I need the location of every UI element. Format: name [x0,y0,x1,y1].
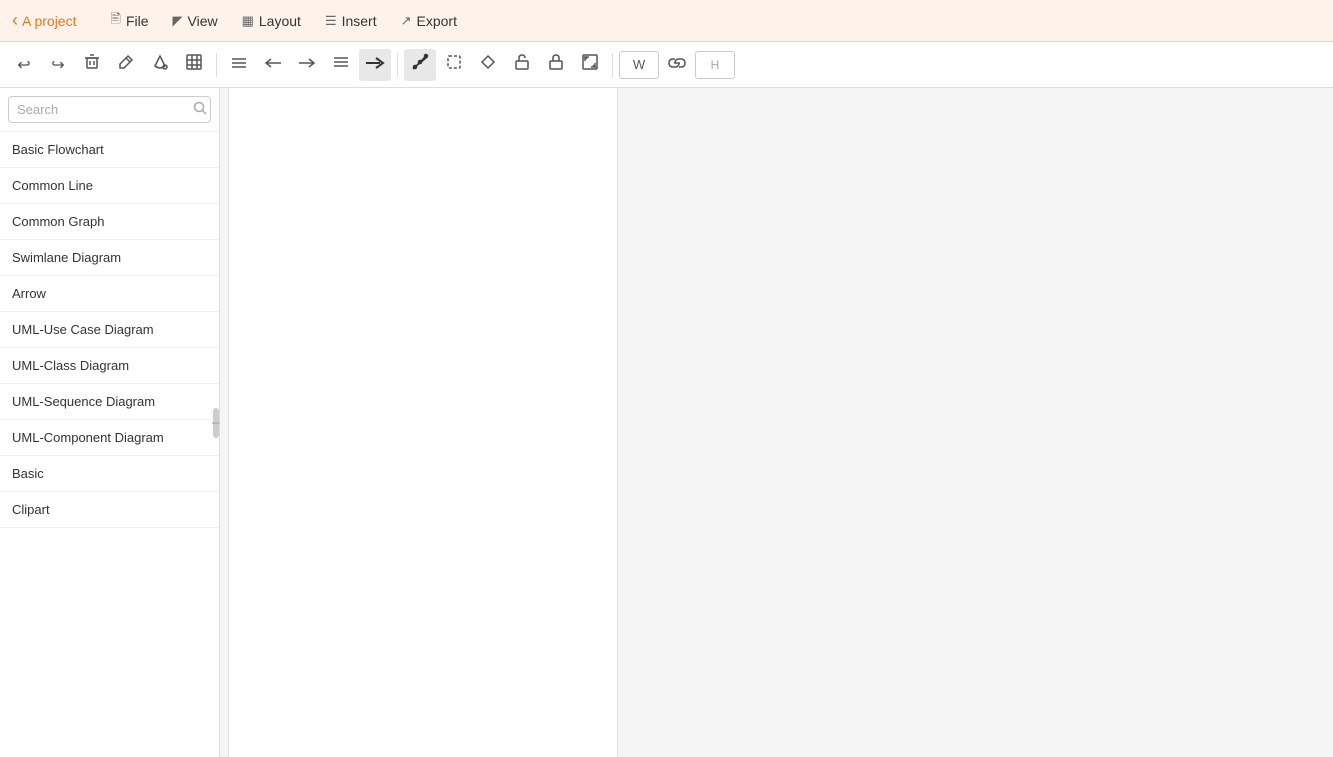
arrow-right-bold-icon [364,56,386,74]
pen-tool-icon [411,53,429,76]
redo-icon: ↪ [51,55,64,75]
sidebar-item-uml-component[interactable]: UML-Component Diagram [0,420,219,456]
menu-insert[interactable]: ☰ Insert [315,6,387,36]
top-menu-bar: ‹ A project 🖹 File ◤ View ▦ Layout ☰ Ins… [0,0,1333,42]
toolbar: ↩ ↪ [0,42,1333,88]
separator-1 [216,53,217,77]
project-title: A project [22,13,76,29]
arrow-right-bold-button[interactable] [359,49,391,81]
arrow-right-button[interactable] [291,49,323,81]
sidebar-item-common-line[interactable]: Common Line [0,168,219,204]
file-icon: 🖹 [110,10,120,32]
sidebar-resize-handle[interactable]: || [213,408,219,438]
menu-export-label: Export [417,13,457,29]
arrow-right-icon [297,56,317,74]
link-icon [668,56,686,74]
fill-icon [152,54,168,75]
layout-icon: ▦ [242,13,254,29]
menu-view-label: View [188,13,218,29]
undo-button[interactable]: ↩ [8,49,40,81]
selection-button[interactable] [438,49,470,81]
sidebar-item-uml-sequence[interactable]: UML-Sequence Diagram [0,384,219,420]
expand-icon [582,54,598,75]
fill-button[interactable] [144,49,176,81]
back-button[interactable]: ‹ A project [12,10,76,31]
height-label: H [711,58,720,72]
sidebar-item-basic[interactable]: Basic [0,456,219,492]
search-icon [193,101,207,118]
sidebar-item-clipart[interactable]: Clipart [0,492,219,528]
menu-file-label: File [126,13,149,29]
arrow-left-button[interactable] [257,49,289,81]
redo-button[interactable]: ↪ [42,49,74,81]
triple-lines-icon [333,54,349,75]
sidebar-item-arrow[interactable]: Arrow [0,276,219,312]
lock-open-button[interactable] [506,49,538,81]
selection-icon [446,54,462,75]
main-content: Basic Flowchart Common Line Common Graph… [0,88,1333,757]
lock-open-icon [515,54,529,75]
search-box[interactable] [8,96,211,123]
lines-icon [231,54,247,75]
delete-button[interactable] [76,49,108,81]
canvas-page [228,88,618,757]
lines-button[interactable] [223,49,255,81]
undo-icon: ↩ [17,55,30,75]
sidebar: Basic Flowchart Common Line Common Graph… [0,88,220,757]
expand-button[interactable] [574,49,606,81]
width-input[interactable]: W [619,51,659,79]
menu-insert-label: Insert [342,13,377,29]
menu-layout-label: Layout [259,13,301,29]
menu-export[interactable]: ↗ Export [391,6,467,36]
sidebar-item-basic-flowchart[interactable]: Basic Flowchart [0,132,219,168]
sidebar-item-uml-class[interactable]: UML-Class Diagram [0,348,219,384]
back-chevron-icon: ‹ [12,10,18,31]
link-button[interactable] [661,49,693,81]
separator-2 [397,53,398,77]
sidebar-item-uml-use-case[interactable]: UML-Use Case Diagram [0,312,219,348]
separator-3 [612,53,613,77]
pen-tool-button[interactable] [404,49,436,81]
search-input[interactable] [17,102,193,117]
erase-icon [480,54,496,75]
menu-view[interactable]: ◤ View [163,6,228,36]
brush-icon [118,54,134,75]
table-button[interactable] [178,49,210,81]
table-icon [186,54,202,75]
menu-layout[interactable]: ▦ Layout [232,6,311,36]
menu-file[interactable]: 🖹 File [100,6,158,36]
lock-closed-button[interactable] [540,49,572,81]
delete-icon [84,54,100,75]
search-container [0,88,219,132]
sidebar-item-common-graph[interactable]: Common Graph [0,204,219,240]
view-icon: ◤ [173,13,183,29]
width-label: W [633,57,645,72]
sidebar-item-swimlane-diagram[interactable]: Swimlane Diagram [0,240,219,276]
arrow-left-icon [263,56,283,74]
insert-icon: ☰ [325,13,337,29]
height-input[interactable]: H [695,51,735,79]
brush-button[interactable] [110,49,142,81]
canvas-area[interactable] [220,88,1333,757]
export-icon: ↗ [401,13,412,29]
lock-closed-icon [549,54,563,75]
menu-bar: 🖹 File ◤ View ▦ Layout ☰ Insert ↗ Export [100,6,467,36]
erase-button[interactable] [472,49,504,81]
triple-lines-button[interactable] [325,49,357,81]
